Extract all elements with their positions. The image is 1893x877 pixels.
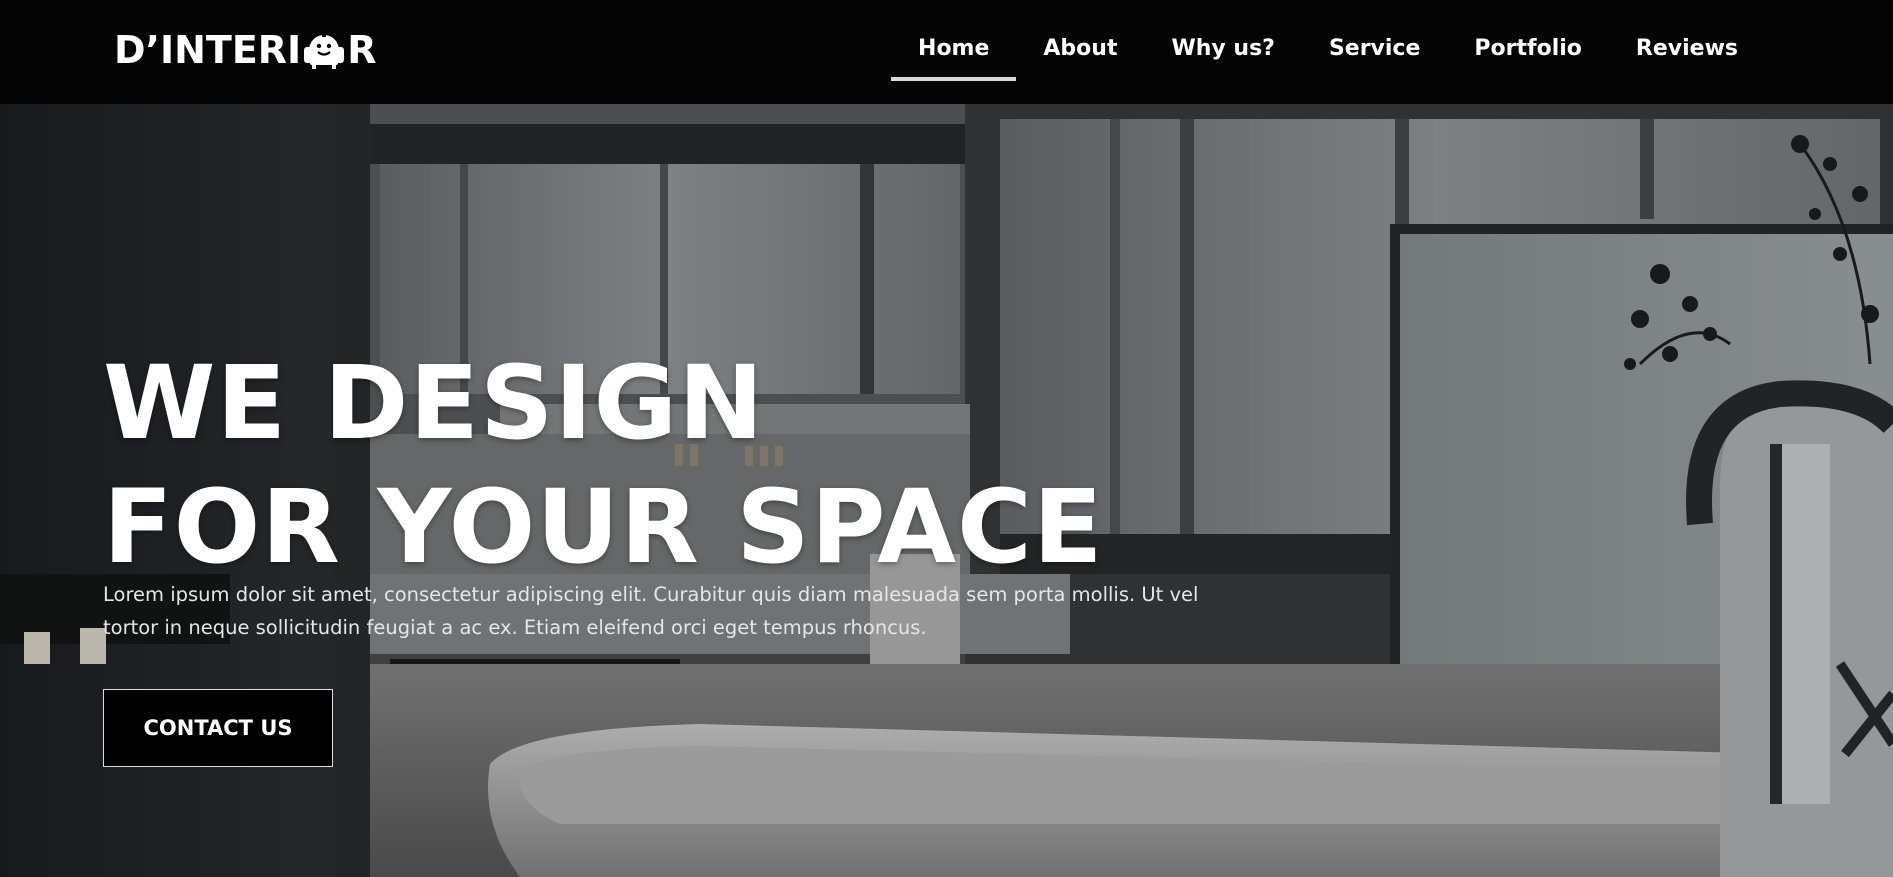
nav-reviews[interactable]: Reviews — [1609, 30, 1765, 80]
hero-headline: WE DESIGN FOR YOUR SPACE — [103, 342, 1203, 590]
brand-logo[interactable]: D’INTERI R — [114, 28, 376, 72]
navbar: D’INTERI R Home About Why us? Service Po… — [0, 0, 1893, 104]
nav-service[interactable]: Service — [1302, 30, 1447, 80]
contact-us-button[interactable]: CONTACT US — [103, 689, 333, 767]
nav-about[interactable]: About — [1016, 30, 1144, 80]
headline-line-2: FOR YOUR SPACE — [103, 468, 1104, 587]
nav-why-us[interactable]: Why us? — [1144, 30, 1301, 80]
hero-section: WE DESIGN FOR YOUR SPACE Lorem ipsum dol… — [0, 104, 1893, 877]
logo-text-right: R — [347, 28, 377, 72]
headline-line-1: WE DESIGN — [103, 344, 765, 463]
nav-home[interactable]: Home — [891, 30, 1017, 81]
logo-text-left: D’INTERI — [114, 28, 302, 72]
hero-description: Lorem ipsum dolor sit amet, consectetur … — [103, 583, 1199, 639]
main-nav: Home About Why us? Service Portfolio Rev… — [891, 30, 1765, 81]
sofa-face-icon — [304, 33, 345, 69]
nav-portfolio[interactable]: Portfolio — [1447, 30, 1609, 80]
